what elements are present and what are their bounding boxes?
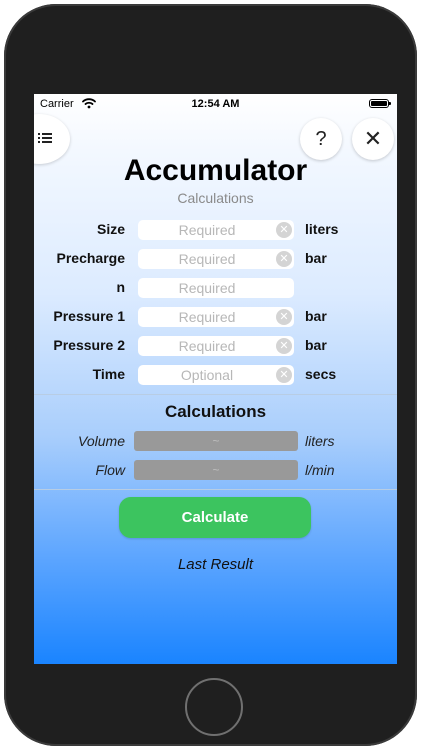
list-icon [38, 133, 52, 143]
pressure-1-input[interactable] [138, 307, 276, 327]
time-input[interactable] [138, 365, 276, 385]
time-unit: secs [305, 366, 337, 382]
calculate-button[interactable]: Calculate [119, 497, 311, 538]
size-field-box: ✕ [138, 220, 294, 240]
pressure-1-field-box: ✕ [138, 307, 294, 327]
status-bar: Carrier 12:54 AM [34, 94, 397, 114]
flow-row: Flow ~ l/min [34, 459, 397, 481]
flow-unit: l/min [305, 462, 335, 478]
clear-icon[interactable]: ✕ [276, 367, 292, 383]
n-label: n [116, 279, 125, 295]
page-subtitle: Calculations [177, 190, 254, 206]
n-row: n [34, 276, 397, 300]
pressure-2-unit: bar [305, 337, 327, 353]
clear-icon[interactable]: ✕ [276, 309, 292, 325]
precharge-label: Precharge [56, 250, 125, 266]
flow-label: Flow [95, 462, 125, 478]
close-icon: ✕ [363, 126, 383, 151]
volume-unit: liters [305, 433, 335, 449]
pressure-2-row: Pressure 2 ✕ bar [34, 334, 397, 358]
volume-output: ~ [134, 431, 298, 451]
app-screen: Carrier 12:54 AM ? ✕ Accumulator Calcula… [34, 94, 397, 664]
time-label: Time [92, 366, 125, 382]
pressure-1-row: Pressure 1 ✕ bar [34, 305, 397, 329]
flow-output: ~ [134, 460, 298, 480]
pressure-1-unit: bar [305, 308, 327, 324]
pressure-1-label: Pressure 1 [53, 308, 125, 324]
clear-icon[interactable]: ✕ [276, 251, 292, 267]
volume-label: Volume [78, 433, 125, 449]
divider [34, 489, 397, 490]
clear-icon[interactable]: ✕ [276, 338, 292, 354]
precharge-field-box: ✕ [138, 249, 294, 269]
phone-frame: Carrier 12:54 AM ? ✕ Accumulator Calcula… [4, 4, 417, 746]
calculations-title: Calculations [164, 402, 267, 421]
pressure-2-field-box: ✕ [138, 336, 294, 356]
question-icon: ? [315, 127, 327, 150]
pressure-2-label: Pressure 2 [53, 337, 125, 353]
time-row: Time ✕ secs [34, 363, 397, 387]
battery-icon [369, 99, 391, 108]
time-field-box: ✕ [138, 365, 294, 385]
divider [34, 394, 397, 395]
size-input[interactable] [138, 220, 276, 240]
n-field-box [138, 278, 294, 298]
precharge-row: Precharge ✕ bar [34, 247, 397, 271]
home-button[interactable] [185, 678, 243, 736]
precharge-unit: bar [305, 250, 327, 266]
page-title: Accumulator [123, 154, 308, 187]
size-label: Size [96, 221, 125, 237]
last-result-link[interactable]: Last Result [34, 556, 397, 573]
clear-icon[interactable]: ✕ [276, 222, 292, 238]
precharge-input[interactable] [138, 249, 276, 269]
n-input[interactable] [138, 278, 276, 298]
volume-row: Volume ~ liters [34, 430, 397, 452]
size-row: Size ✕ liters [34, 218, 397, 242]
status-time: 12:54 AM [191, 98, 240, 110]
size-unit: liters [305, 221, 339, 237]
pressure-2-input[interactable] [138, 336, 276, 356]
